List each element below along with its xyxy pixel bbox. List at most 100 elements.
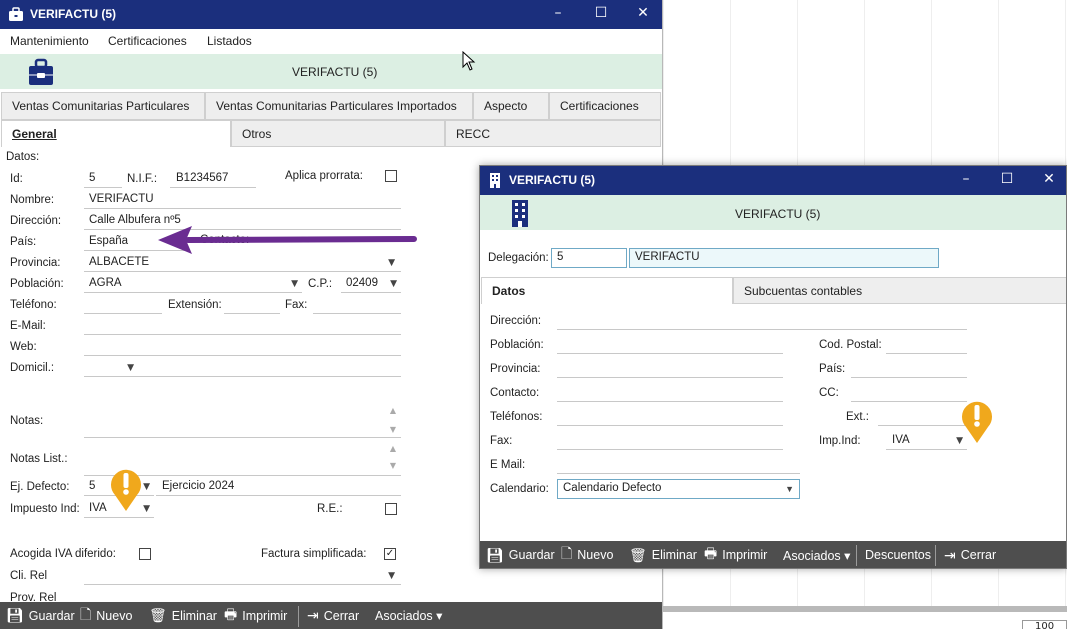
tab-aspecto[interactable]: Aspecto (473, 92, 549, 120)
d-asociados-button[interactable]: Asociados ▾ (783, 541, 851, 568)
fax-field[interactable] (313, 296, 401, 314)
telefono-field[interactable] (84, 296, 162, 314)
guardar-button[interactable]: 💾︎ Guardar (6, 602, 75, 629)
close-button[interactable]: ✕ (620, 5, 662, 21)
maximize-button[interactable]: ☐ (578, 5, 624, 21)
d-cc-field[interactable] (851, 384, 967, 402)
scroll-down-icon[interactable]: ▼ (390, 461, 396, 470)
re-checkbox[interactable] (385, 503, 397, 515)
cp-select[interactable]: 02409 ▼ (341, 275, 401, 293)
d-contacto-label: Contacto: (490, 387, 540, 399)
guardar-label: Guardar (28, 608, 75, 623)
d-provincia-field[interactable] (557, 360, 783, 378)
tab-general[interactable]: General (1, 120, 231, 147)
d-ext-field[interactable] (878, 408, 967, 426)
scroll-down-icon[interactable]: ▼ (390, 425, 396, 434)
delegacion-code-input[interactable]: 5 (551, 248, 627, 268)
nuevo-label: Nuevo (96, 608, 133, 623)
minimize-button[interactable]: – (535, 5, 581, 21)
dialog-banner-title: VERIFACTU (5) (735, 207, 821, 221)
zoom-field[interactable]: 100 (1022, 620, 1067, 629)
email-label: E-Mail: (10, 320, 46, 332)
dialog-minimize-button[interactable]: – (943, 171, 989, 187)
d-pais-label: País: (819, 363, 846, 375)
d-impind-select[interactable]: IVA ▼ (886, 432, 967, 450)
briefcase-icon (28, 58, 54, 89)
web-field[interactable] (84, 338, 401, 356)
domicil-detail (138, 359, 401, 377)
d-contacto-field[interactable] (557, 384, 783, 402)
notas-textarea[interactable]: ▲ ▼ (84, 404, 401, 438)
nuevo-button[interactable]: 🗋︎ Nuevo (80, 602, 132, 629)
d-ext-label: Ext.: (846, 411, 870, 423)
d-fax-field[interactable] (557, 432, 783, 450)
eliminar-button[interactable]: 🗑︎ Eliminar (149, 602, 217, 629)
extension-field[interactable] (224, 296, 280, 314)
email-field[interactable] (84, 317, 401, 335)
d-direccion-field[interactable] (557, 312, 967, 330)
tab-ventas-importados[interactable]: Ventas Comunitarias Particulares Importa… (205, 92, 473, 120)
imprimir-button[interactable]: 🖶︎ Imprimir (224, 602, 287, 629)
d-descuentos-button[interactable]: Descuentos (865, 541, 931, 568)
scroll-up-icon[interactable]: ▲ (390, 444, 396, 453)
nif-field[interactable]: B1234567 (170, 170, 256, 188)
d-pais-field[interactable] (851, 360, 967, 378)
d-guardar-label: Guardar (508, 548, 555, 562)
dialog-title: VERIFACTU (5) (509, 173, 596, 187)
factura-simplificada-checkbox[interactable]: ✓ (384, 548, 396, 560)
nombre-label: Nombre: (10, 194, 55, 206)
scroll-up-icon[interactable]: ▲ (390, 406, 396, 415)
d-nuevo-button[interactable]: 🗋︎ Nuevo (561, 541, 613, 568)
tab-certificaciones[interactable]: Certificaciones (549, 92, 661, 120)
background-scrollbar[interactable] (663, 606, 1067, 612)
poblacion-select[interactable]: AGRA ▼ (84, 275, 302, 293)
delegacion-label: Delegación: (488, 252, 549, 264)
id-field[interactable]: 5 (84, 170, 122, 188)
d-email-field[interactable] (557, 456, 800, 474)
provincia-label: Provincia: (10, 257, 61, 269)
nombre-field[interactable]: VERIFACTU (84, 191, 401, 209)
chevron-down-icon: ▼ (388, 571, 395, 581)
delegacion-dialog: VERIFACTU (5) – ☐ ✕ VERIFACTU (5) Delega… (479, 165, 1067, 569)
d-codpostal-field[interactable] (886, 336, 967, 354)
delegacion-name-input[interactable]: VERIFACTU (629, 248, 939, 268)
d-guardar-button[interactable]: 💾︎ Guardar (486, 541, 555, 568)
d-calendario-select[interactable]: Calendario Defecto ▼ (557, 479, 800, 499)
tab-datos[interactable]: Datos (481, 277, 733, 304)
menu-listados[interactable]: Listados (207, 34, 252, 48)
prorrata-checkbox[interactable] (385, 170, 397, 182)
main-window-title: VERIFACTU (5) (30, 7, 117, 21)
tab-subcuentas[interactable]: Subcuentas contables (733, 277, 1066, 304)
menu-mantenimiento[interactable]: Mantenimiento (10, 34, 89, 48)
d-impind-label: Imp.Ind: (819, 435, 861, 447)
ejercicio-display: Ejercicio 2024 (156, 478, 401, 496)
tab-ventas-comunitarias[interactable]: Ventas Comunitarias Particulares (1, 92, 205, 120)
arrow-annotation-icon (158, 226, 417, 254)
factura-simplificada-label: Factura simplificada: (261, 548, 367, 560)
domicil-select[interactable]: ▼ (84, 359, 138, 377)
tab-recc[interactable]: RECC (445, 120, 661, 147)
d-eliminar-label: Eliminar (651, 548, 697, 562)
d-cc-label: CC: (819, 387, 839, 399)
building-icon (488, 172, 502, 191)
acogida-checkbox[interactable] (139, 548, 151, 560)
chevron-down-icon: ▼ (143, 504, 150, 514)
re-label: R.E.: (317, 503, 343, 515)
d-imprimir-button[interactable]: 🖶︎ Imprimir (704, 541, 767, 568)
cerrar-button[interactable]: ⇥ Cerrar (307, 602, 359, 629)
d-eliminar-button[interactable]: 🗑︎ Eliminar (629, 541, 697, 568)
d-cerrar-button[interactable]: ⇥ Cerrar (944, 541, 997, 568)
d-cerrar-label: Cerrar (960, 548, 997, 562)
clirel-select[interactable]: ▼ (84, 567, 401, 585)
chevron-down-icon: ▼ (127, 363, 134, 373)
tab-otros[interactable]: Otros (231, 120, 445, 147)
pais-label: País: (10, 236, 37, 248)
dialog-close-button[interactable]: ✕ (1026, 171, 1066, 187)
dialog-maximize-button[interactable]: ☐ (984, 171, 1030, 187)
asociados-button[interactable]: Asociados ▾ (375, 602, 442, 629)
d-telefonos-field[interactable] (557, 408, 783, 426)
d-asociados-label: Asociados ▾ (783, 548, 851, 563)
menu-certificaciones[interactable]: Certificaciones (108, 34, 187, 48)
domicil-label: Domicil.: (10, 362, 55, 374)
d-poblacion-field[interactable] (557, 336, 783, 354)
